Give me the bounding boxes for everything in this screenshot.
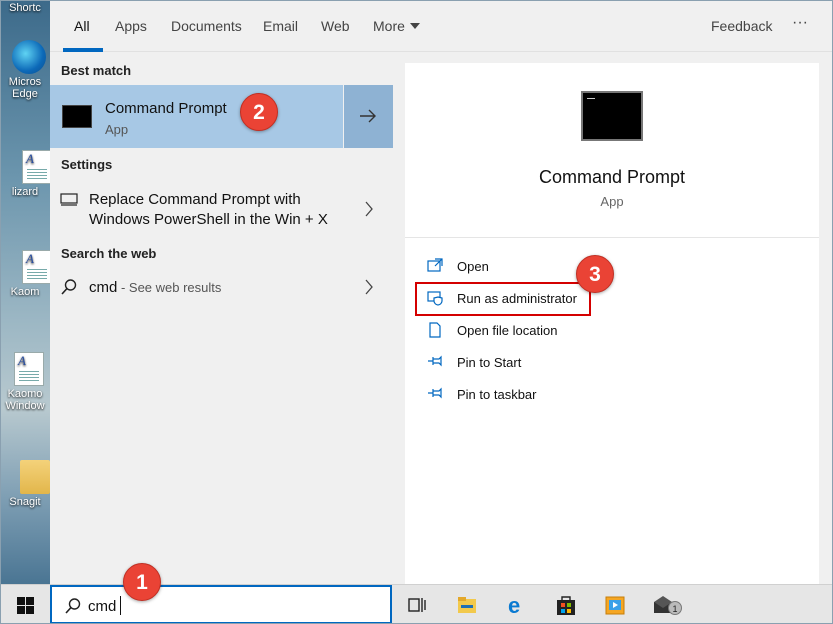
action-label: Pin to Start	[457, 355, 522, 370]
mail-badge: 1	[668, 601, 682, 615]
callout-1: 1	[123, 563, 161, 601]
highlight-run-as-administrator	[415, 282, 591, 316]
text-caret	[120, 596, 121, 615]
tab-apps[interactable]: Apps	[115, 18, 147, 34]
action-label: Pin to taskbar	[457, 387, 537, 402]
preview-subtitle: App	[600, 194, 624, 209]
tab-label: More	[373, 18, 405, 34]
store-icon[interactable]	[555, 594, 577, 616]
settings-result-line: Replace Command Prompt with	[89, 191, 301, 208]
search-web-heading: Search the web	[61, 246, 157, 261]
desktop-icon-document[interactable]: lizard	[0, 150, 50, 198]
desktop-icon-folder[interactable]: Snagit	[0, 460, 50, 508]
desktop-icon-shortcut[interactable]: Shortc	[0, 2, 50, 14]
media-player-icon[interactable]	[604, 594, 626, 616]
best-match-subtitle: App	[105, 122, 129, 137]
preview-title: Command Prompt	[538, 167, 686, 187]
spreadsheet-icon	[14, 352, 44, 386]
preview-pane: Command Prompt App Open Run as administr…	[405, 63, 819, 584]
best-match-heading: Best match	[61, 63, 132, 78]
edge-icon[interactable]: e	[506, 594, 528, 616]
file-location-icon	[429, 322, 441, 338]
arrow-right-icon	[360, 109, 376, 123]
command-prompt-icon	[581, 91, 643, 141]
settings-heading: Settings	[61, 157, 113, 172]
svg-text:e: e	[508, 594, 520, 616]
desktop-icon-label: Micros Edge	[8, 76, 42, 100]
open-icon	[427, 258, 443, 272]
feedback-button[interactable]: Feedback	[711, 18, 772, 34]
start-button[interactable]	[0, 585, 50, 624]
tab-label: Email	[263, 18, 299, 34]
settings-result-text: Replace Command Prompt with Windows Powe…	[89, 190, 349, 230]
task-view-icon[interactable]	[406, 594, 428, 616]
search-tabs: All Apps Documents Email Web More Feedba…	[50, 0, 833, 52]
desktop-icon-edge[interactable]: Micros Edge	[0, 40, 50, 100]
results-pane: Best match Command Prompt App Settings R…	[50, 53, 395, 584]
tab-email[interactable]: Email	[263, 18, 298, 34]
tab-all[interactable]: All	[74, 18, 90, 34]
chevron-down-icon	[409, 23, 420, 29]
tab-label: All	[74, 18, 90, 34]
document-icon	[22, 250, 50, 284]
active-tab-indicator	[63, 48, 103, 52]
more-options-button[interactable]: ···	[792, 14, 808, 32]
tab-documents[interactable]: Documents	[171, 18, 242, 34]
pin-icon	[428, 387, 442, 399]
divider	[405, 237, 819, 238]
tab-label: Documents	[171, 18, 242, 34]
desktop-strip: Shortc Micros Edge lizard Kaom Kaomo Win…	[0, 0, 50, 584]
feedback-label: Feedback	[711, 18, 773, 34]
desktop-icon-label: Kaomo Window	[5, 388, 45, 412]
settings-result-line: Windows PowerShell in the Win + X	[89, 211, 328, 228]
start-menu: All Apps Documents Email Web More Feedba…	[50, 0, 833, 584]
tab-label: Web	[321, 18, 350, 34]
best-match-title: Command Prompt	[105, 100, 227, 117]
chevron-right-icon	[365, 279, 373, 295]
web-query: cmd	[89, 279, 118, 296]
desktop-icon-document[interactable]: Kaom	[0, 250, 50, 298]
desktop-icon-document[interactable]: Kaomo Window	[0, 352, 50, 412]
command-prompt-icon	[62, 105, 92, 128]
tab-more[interactable]: More	[373, 18, 420, 34]
taskbar-search-box[interactable]	[50, 585, 392, 624]
pin-icon	[428, 355, 442, 367]
edge-icon	[12, 40, 46, 74]
search-icon	[61, 279, 77, 295]
monitor-icon	[60, 193, 78, 206]
tab-web[interactable]: Web	[321, 18, 350, 34]
web-result-text: cmd - See web results	[89, 279, 221, 296]
desktop-icon-label: Kaom	[10, 286, 40, 298]
desktop-icon-label: lizard	[11, 186, 39, 198]
tab-label: Apps	[115, 18, 147, 34]
web-result-suffix: - See web results	[117, 280, 222, 295]
expand-preview-button[interactable]	[344, 85, 393, 148]
action-label: Open	[457, 259, 489, 274]
callout-2: 2	[240, 93, 278, 131]
windows-logo-icon	[17, 597, 34, 614]
desktop-icon-label: Snagit	[9, 496, 41, 508]
document-icon	[22, 150, 50, 184]
action-label: Open file location	[457, 323, 558, 338]
file-explorer-icon[interactable]	[456, 594, 478, 616]
more-options-icon: ···	[792, 14, 808, 31]
best-match-item[interactable]: Command Prompt App	[50, 85, 343, 148]
search-icon	[65, 598, 81, 614]
desktop-icon-label: Shortc	[9, 2, 41, 14]
folder-icon	[20, 460, 50, 494]
callout-3: 3	[576, 255, 614, 293]
chevron-right-icon	[365, 201, 373, 217]
